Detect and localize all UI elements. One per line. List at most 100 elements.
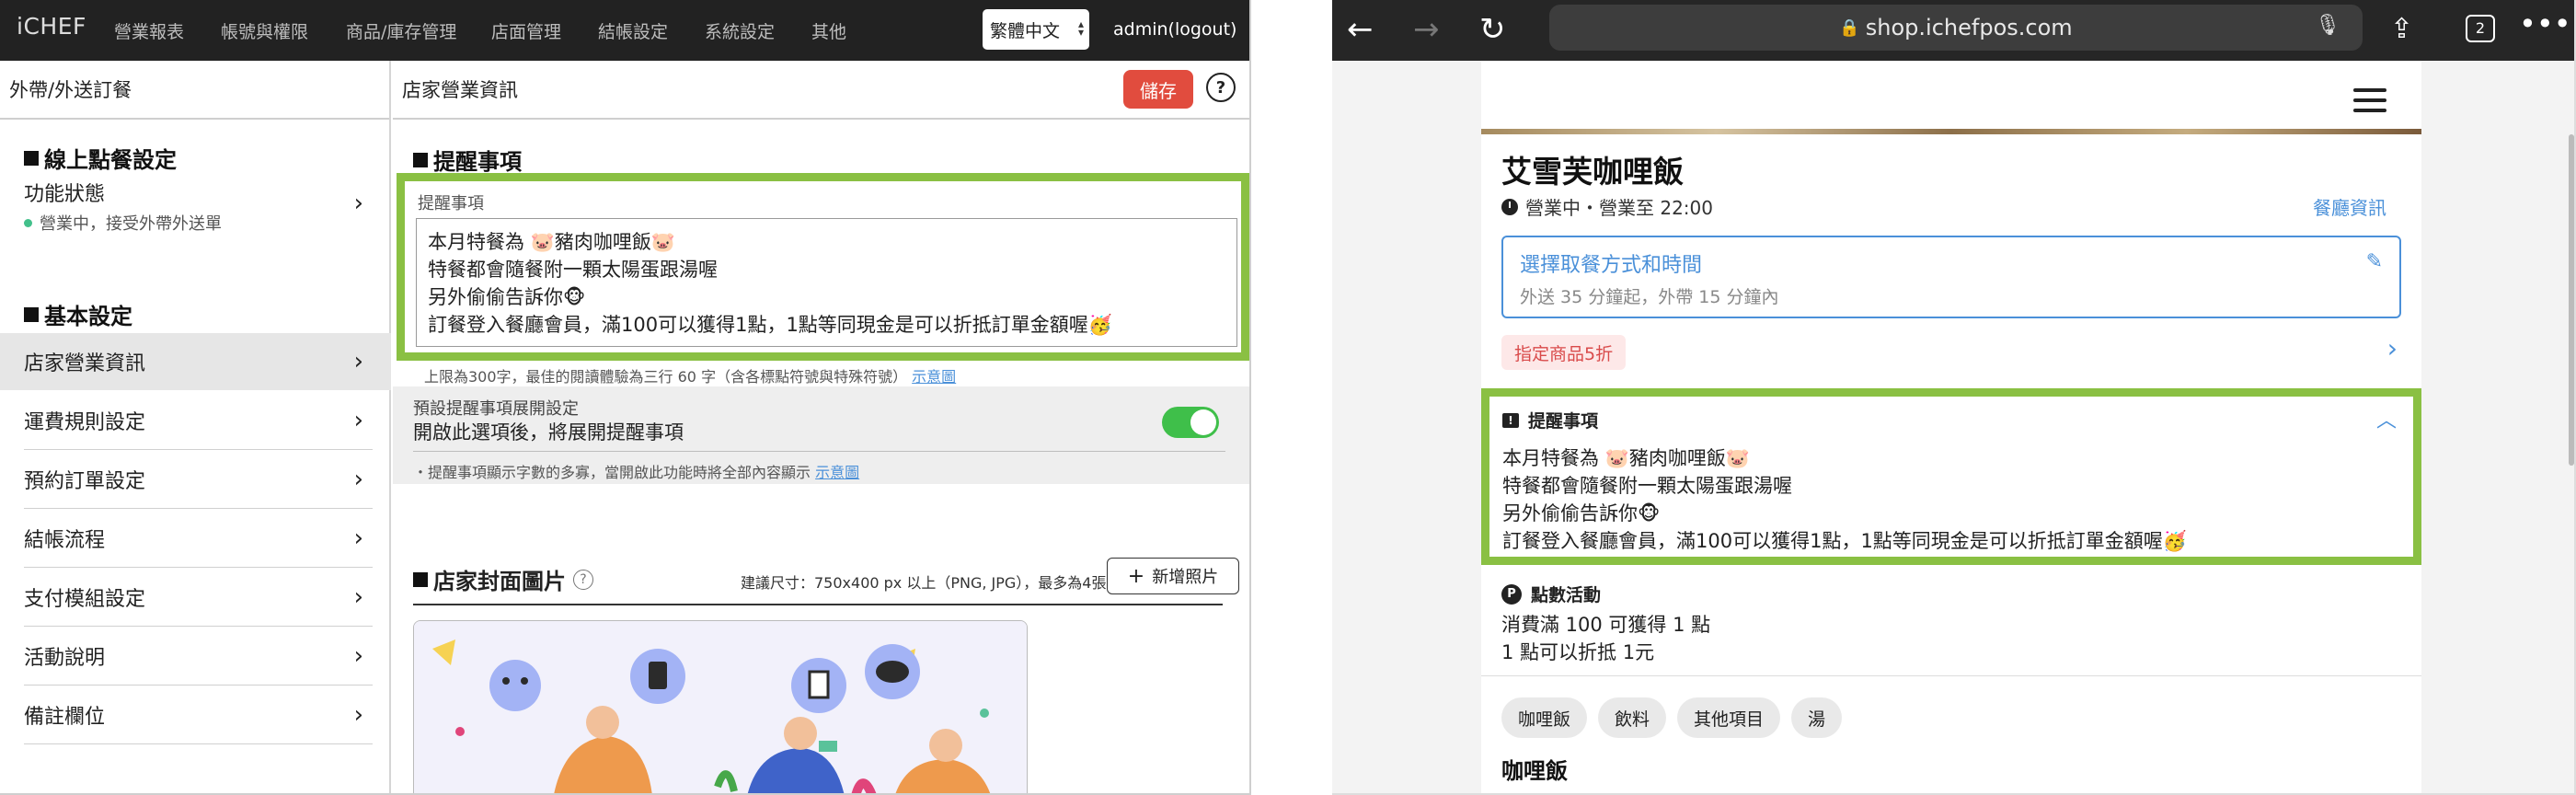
nav-accounts[interactable]: 帳號與權限 xyxy=(221,18,308,43)
sidebar-item-event-description[interactable]: 活動說明 › xyxy=(0,628,391,685)
sidebar-item-notes-field[interactable]: 備註欄位 › xyxy=(0,686,391,743)
share-icon[interactable]: ⇪ xyxy=(2390,11,2413,48)
sidebar-item-label: 活動說明 xyxy=(24,647,106,670)
cover-image-preview[interactable] xyxy=(413,620,1028,793)
points-line: 消費滿 100 可獲得 1 點 xyxy=(1501,614,1711,636)
nav-store-management[interactable]: 店面管理 xyxy=(491,18,561,43)
panel-header: 店家營業資訊 儲存 ? xyxy=(393,61,1249,120)
reminder-line: 訂餐登入餐廳會員，滿100可以獲得1點，1點等同現金是可以折抵訂單金額喔🥳 xyxy=(1502,530,2187,552)
ichef-logo[interactable]: iCHEF xyxy=(17,13,86,40)
category-chip-soup[interactable]: 湯 xyxy=(1791,697,1843,738)
sidebar-item-label: 預約訂單設定 xyxy=(24,470,146,493)
sidebar-item-shipping-rules[interactable]: 運費規則設定 › xyxy=(0,392,391,449)
divider xyxy=(413,451,1225,452)
nav-checkout-settings[interactable]: 結帳設定 xyxy=(598,18,668,43)
sidebar-item-payment[interactable]: 支付模組設定 › xyxy=(0,569,391,626)
category-chips: 咖哩飯 飲料 其他項目 湯 xyxy=(1501,697,1843,738)
sidebar-item-label: 結帳流程 xyxy=(24,529,106,552)
microphone-icon[interactable]: 🎙 xyxy=(2315,14,2340,37)
save-button[interactable]: 儲存 xyxy=(1123,70,1193,109)
reminder-line: 特餐都會隨餐附一顆太陽蛋跟湯喔 xyxy=(428,259,718,281)
function-status-value: 營業中，接受外帶外送單 xyxy=(24,211,222,235)
top-navigation-bar: iCHEF 營業報表 帳號與權限 商品/庫存管理 店面管理 結帳設定 系統設定 … xyxy=(0,0,1249,61)
square-bullet-icon xyxy=(24,306,39,322)
divider xyxy=(24,626,373,627)
nav-products[interactable]: 商品/庫存管理 xyxy=(346,18,456,43)
divider xyxy=(24,508,373,509)
restaurant-card: 艾雪芙咖哩飯 營業中・營業至 22:00 餐廳資訊 選擇取餐方式和時間 外送 3… xyxy=(1481,61,2421,793)
category-chip-curry[interactable]: 咖哩飯 xyxy=(1501,697,1588,738)
add-photo-label: 新增照片 xyxy=(1152,568,1219,587)
reminder-highlight-box: ! 提醒事項 ︿ 本月特餐為 🐷豬肉咖哩飯🐷 特餐都會隨餐附一顆太陽蛋跟湯喔 另… xyxy=(1481,388,2421,565)
nav-other[interactable]: 其他 xyxy=(811,18,846,43)
points-details: 消費滿 100 可獲得 1 點 1 點可以折抵 1元 xyxy=(1501,611,1710,666)
cover-banner xyxy=(1481,61,2421,134)
restaurant-info-link[interactable]: 餐廳資訊 xyxy=(2313,193,2386,220)
reminder-field-label: 提醒事項 xyxy=(418,194,484,213)
expand-hint: ・提醒事項顯示字數的多寡，當開啟此功能時將全部內容顯示 示意圖 xyxy=(413,460,859,482)
cover-section-label: 店家封面圖片 xyxy=(433,569,566,594)
sidebar-item-store-info[interactable]: 店家營業資訊 › xyxy=(0,333,391,390)
promo-badge[interactable]: 指定商品5折 xyxy=(1501,335,1627,370)
pickup-subtitle: 外送 35 分鐘起，外帶 15 分鐘內 xyxy=(1520,287,1779,307)
function-status-text: 營業中，接受外帶外送單 xyxy=(40,214,222,234)
basic-settings-section-label: 基本設定 xyxy=(44,304,132,329)
forward-arrow-icon[interactable]: → xyxy=(1413,11,1440,48)
logout-link[interactable]: admin(logout) xyxy=(1113,19,1236,40)
points-activity-header: P 點數活動 xyxy=(1501,582,1601,606)
reminder-line: 訂餐登入餐廳會員，滿100可以獲得1點，1點等同現金是可以折抵訂單金額喔🥳 xyxy=(428,314,1112,336)
clock-icon xyxy=(1501,198,1518,215)
help-icon[interactable]: ? xyxy=(1206,73,1236,102)
hamburger-menu-icon[interactable] xyxy=(2353,88,2386,119)
reminder-line: 本月特餐為 🐷豬肉咖哩飯🐷 xyxy=(1502,447,1750,469)
divider xyxy=(24,449,373,450)
reminder-line: 另外偷偷告訴你🐵 xyxy=(1502,502,1661,524)
reminder-section-title: 提醒事項 xyxy=(413,144,522,176)
chevron-up-icon[interactable]: ︿ xyxy=(2376,404,2397,433)
language-select[interactable]: 繁體中文 ▴ ▾ xyxy=(983,9,1089,50)
expand-example-link[interactable]: 示意圖 xyxy=(815,464,859,481)
reminder-line: 本月特餐為 🐷豬肉咖哩飯🐷 xyxy=(428,231,675,253)
page-scrollbar[interactable] xyxy=(2569,134,2574,466)
nav-system-settings[interactable]: 系統設定 xyxy=(705,18,775,43)
address-bar[interactable]: 🔒 shop.ichefpos.com 🎙 xyxy=(1549,5,2363,51)
chevron-right-icon: › xyxy=(353,407,363,434)
sidebar-item-checkout-flow[interactable]: 結帳流程 › xyxy=(0,510,391,567)
reload-icon[interactable]: ↻ xyxy=(1479,11,1506,48)
chevron-right-icon: › xyxy=(353,466,363,493)
select-arrows-icon: ▴ ▾ xyxy=(1077,17,1084,39)
divider xyxy=(24,567,373,568)
chevron-right-icon: › xyxy=(353,348,363,375)
web-page: 艾雪芙咖哩飯 營業中・營業至 22:00 餐廳資訊 選擇取餐方式和時間 外送 3… xyxy=(1332,61,2574,793)
category-chip-other[interactable]: 其他項目 xyxy=(1677,697,1781,738)
chevron-right-icon[interactable]: › xyxy=(2387,333,2398,363)
sidebar-item-label: 支付模組設定 xyxy=(24,588,146,611)
function-status-row[interactable]: 功能狀態 營業中，接受外帶外送單 › xyxy=(0,180,391,235)
sidebar-header: 外帶/外送訂餐 xyxy=(0,61,389,120)
nav-sales-report[interactable]: 營業報表 xyxy=(114,18,184,43)
expand-hint-text: ・提醒事項顯示字數的多寡，當開啟此功能時將全部內容顯示 xyxy=(413,464,811,481)
reminder-example-link[interactable]: 示意圖 xyxy=(912,368,956,386)
divider xyxy=(1481,675,2421,676)
status-dot-icon xyxy=(24,218,32,227)
reminder-textarea[interactable]: 本月特餐為 🐷豬肉咖哩飯🐷 特餐都會隨餐附一顆太陽蛋跟湯喔 另外偷偷告訴你🐵 訂… xyxy=(416,218,1237,347)
screenshot-root: iCHEF 營業報表 帳號與權限 商品/庫存管理 店面管理 結帳設定 系統設定 … xyxy=(0,0,2576,795)
back-arrow-icon[interactable]: ← xyxy=(1347,11,1374,48)
question-icon[interactable]: ? xyxy=(573,569,593,590)
reminder-title: 提醒事項 xyxy=(1528,411,1599,432)
expand-setting-description: 開啟此選項後，將展開提醒事項 xyxy=(413,421,684,444)
sidebar-item-reservation[interactable]: 預約訂單設定 › xyxy=(0,451,391,508)
pickup-method-selector[interactable]: 選擇取餐方式和時間 外送 35 分鐘起，外帶 15 分鐘內 ✎ xyxy=(1501,236,2401,318)
chevron-right-icon: › xyxy=(353,701,363,729)
divider xyxy=(24,743,373,744)
category-chip-drinks[interactable]: 飲料 xyxy=(1598,697,1667,738)
cover-image-header: 店家封面圖片 ? 建議尺寸：750x400 px 以上（PNG, JPG），最多… xyxy=(413,558,1239,605)
reminder-highlight-box: 提醒事項 本月特餐為 🐷豬肉咖哩飯🐷 特餐都會隨餐附一顆太陽蛋跟湯喔 另外偷偷告… xyxy=(397,173,1249,361)
tab-count-button[interactable]: 2 xyxy=(2466,15,2495,42)
more-options-icon[interactable]: ••• xyxy=(2519,6,2571,42)
expand-reminder-toggle[interactable] xyxy=(1162,407,1219,438)
reminder-header[interactable]: ! 提醒事項 xyxy=(1502,408,1598,432)
reminder-hint: 上限為300字，最佳的閱讀體驗為三行 60 字（含各標點符號與特殊符號） 示意圖 xyxy=(424,364,956,386)
add-photo-button[interactable]: + 新增照片 xyxy=(1107,558,1239,594)
reminder-section-label: 提醒事項 xyxy=(433,149,522,175)
